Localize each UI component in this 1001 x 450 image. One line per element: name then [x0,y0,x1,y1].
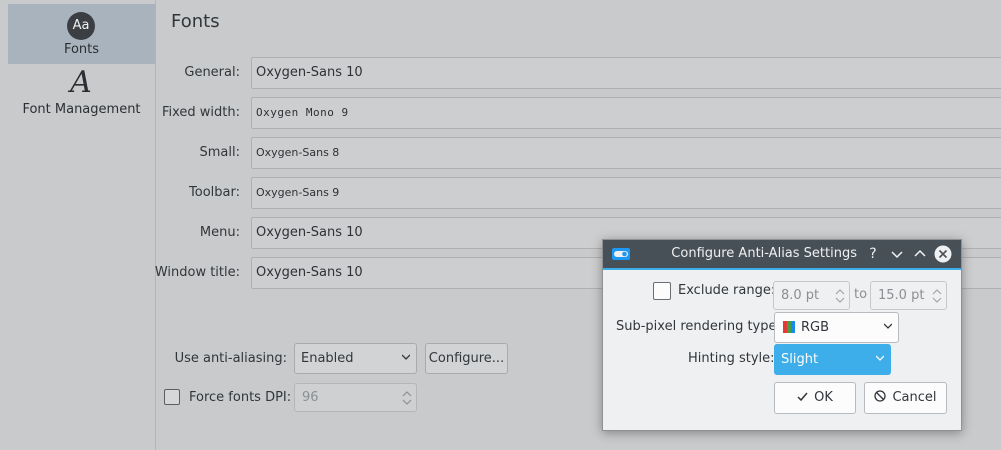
cancel-label: Cancel [892,390,937,405]
sidebar-item-fonts[interactable]: Aa Fonts [8,4,155,64]
minimize-button[interactable] [888,245,906,263]
subpixel-label: Sub-pixel rendering type: [616,319,781,334]
fixed-width-label: Fixed width: [161,105,240,120]
dpi-value: 96 [302,390,319,405]
ok-label: OK [814,390,833,405]
sidebar-item-label: Font Management [22,102,141,117]
antialiasing-value: Enabled [301,351,354,366]
dialog-titlebar: Configure Anti-Alias Settings ? [603,240,961,270]
page-title: Fonts [171,11,220,32]
maximize-button[interactable] [911,245,929,263]
rgb-icon [783,321,795,333]
chevron-down-icon [402,354,410,360]
sidebar: Aa Fonts A Font Management [0,0,156,450]
force-dpi-label: Force fonts DPI: [189,390,292,405]
exclude-from-spinbox[interactable]: 8.0 pt [773,281,850,310]
spin-arrows-icon [402,391,412,405]
toolbar-font-field[interactable]: Oxygen-Sans 9 [251,177,1001,209]
help-button[interactable]: ? [864,245,882,263]
chevron-down-icon [876,355,884,361]
menu-label: Menu: [199,225,240,240]
hinting-combo[interactable]: Slight [774,344,891,375]
to-label: to [854,287,868,302]
force-dpi-checkbox[interactable] [164,389,180,405]
exclude-to-value: 15.0 pt [878,288,925,303]
window-title-label: Window title: [154,265,240,280]
fixed-width-font-field[interactable]: Oxygen Mono 9 [251,97,1001,129]
app-icon [612,248,630,260]
antialiasing-label: Use anti-aliasing: [174,351,287,366]
fonts-icon: Aa [67,12,95,40]
exclude-range-label: Exclude range: [678,283,776,298]
font-management-icon: A [70,65,92,100]
subpixel-value: RGB [801,320,830,335]
subpixel-combo[interactable]: RGB [774,312,899,343]
spin-arrows-icon [932,289,942,303]
exclude-range-checkbox[interactable] [653,282,671,300]
cancel-icon [874,390,887,402]
hinting-value: Slight [781,352,819,367]
small-label: Small: [199,145,241,160]
spin-arrows-icon [835,289,845,303]
small-font-field[interactable]: Oxygen-Sans 8 [251,137,1001,169]
cancel-button[interactable]: Cancel [864,382,947,414]
check-icon [797,392,808,402]
general-label: General: [184,65,240,80]
hinting-label: Hinting style: [688,351,775,366]
antialiasing-combo[interactable]: Enabled [294,343,417,374]
close-button[interactable] [934,245,952,263]
ok-button[interactable]: OK [774,382,856,414]
sidebar-item-label: Fonts [63,42,100,57]
configure-button[interactable]: Configure... [425,343,508,374]
general-font-field[interactable]: Oxygen-Sans 10 [251,57,1001,89]
antialias-dialog: Configure Anti-Alias Settings ? Exclude … [602,239,962,431]
toolbar-label: Toolbar: [189,185,240,200]
exclude-from-value: 8.0 pt [781,288,820,303]
dpi-spinbox[interactable]: 96 [294,383,417,412]
sidebar-item-font-management[interactable]: A Font Management [8,64,155,124]
chevron-down-icon [884,323,892,329]
exclude-to-spinbox[interactable]: 15.0 pt [870,281,947,310]
dialog-title: Configure Anti-Alias Settings [671,246,857,261]
